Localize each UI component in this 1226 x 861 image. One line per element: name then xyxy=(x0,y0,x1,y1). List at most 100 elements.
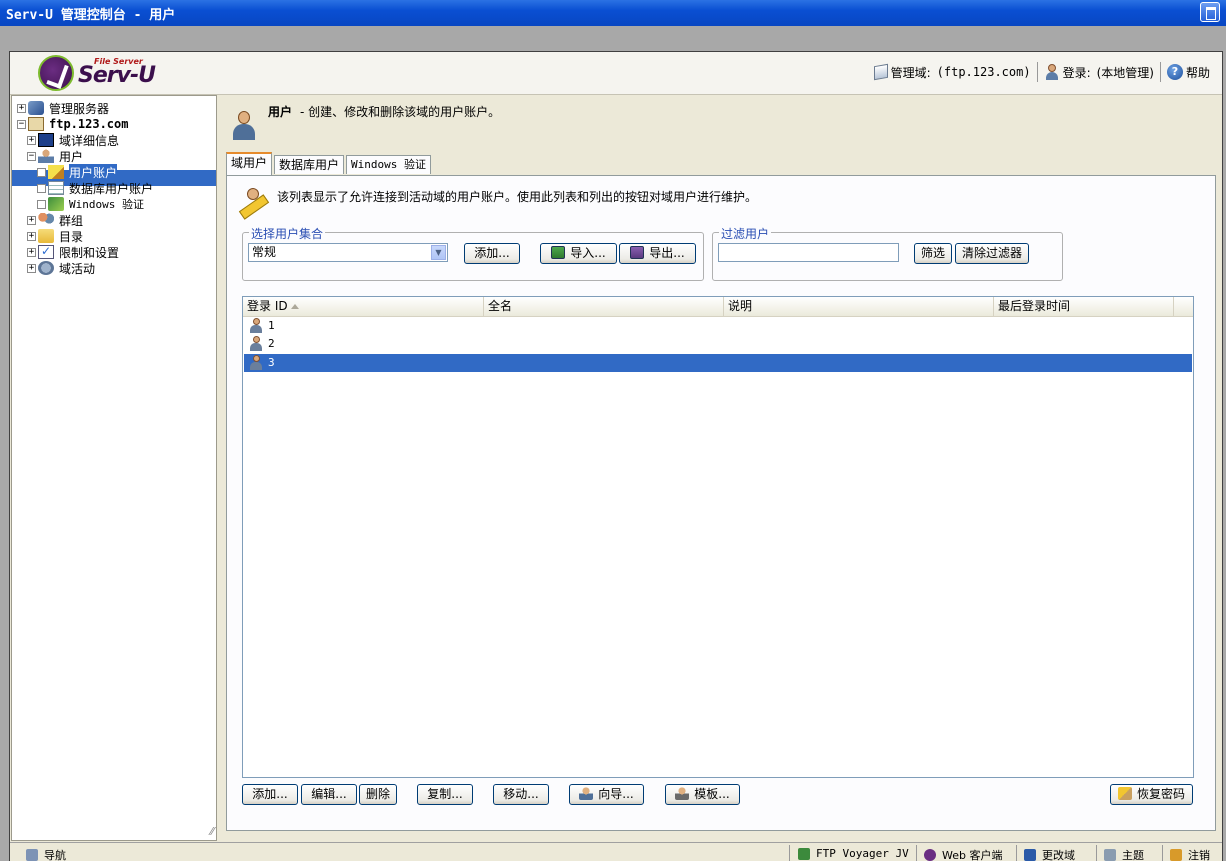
expand-icon[interactable]: + xyxy=(27,263,36,273)
clear-filter-button[interactable]: 清除过滤器 xyxy=(955,243,1029,264)
expand-icon[interactable]: + xyxy=(27,215,36,225)
wizard-label: 向导... xyxy=(598,787,634,801)
user-large-icon xyxy=(232,111,256,141)
login-link[interactable]: 登录: (本地管理) xyxy=(1038,64,1160,81)
import-button[interactable]: 导入... xyxy=(540,243,617,264)
tree-item-windows-auth[interactable]: Windows 验证 xyxy=(37,196,144,212)
export-button[interactable]: 导出... xyxy=(619,243,696,264)
header-links: 管理域: (ftp.123.com) 登录: (本地管理) ? 帮助 xyxy=(868,62,1216,82)
edit-user-button[interactable]: 编辑... xyxy=(301,784,357,805)
tree-item-limits-settings[interactable]: + 限制和设置 xyxy=(27,244,119,260)
expand-icon[interactable]: + xyxy=(27,231,36,241)
ftp-voyager-link[interactable]: FTP Voyager JV xyxy=(798,847,909,860)
nav-toggle[interactable]: 导航 xyxy=(26,847,66,861)
leaf-box xyxy=(37,199,46,209)
domain-label: 管理域: xyxy=(890,65,931,80)
status-separator xyxy=(1016,845,1017,861)
wizard-button[interactable]: 向导... xyxy=(569,784,644,805)
recover-password-button[interactable]: 恢复密码 xyxy=(1110,784,1193,805)
group-icon xyxy=(38,213,54,227)
template-label: 模板... xyxy=(694,787,730,801)
collapse-icon[interactable]: − xyxy=(17,119,26,129)
expand-icon[interactable]: + xyxy=(17,103,26,113)
collapse-icon[interactable]: − xyxy=(27,151,36,161)
copy-user-button[interactable]: 复制... xyxy=(417,784,473,805)
collection-add-button[interactable]: 添加... xyxy=(464,243,520,264)
tab-database-users[interactable]: 数据库用户 xyxy=(274,155,345,174)
filter-button[interactable]: 筛选 xyxy=(914,243,952,264)
table-row[interactable]: 2 xyxy=(244,335,1192,353)
column-header-last-login[interactable]: 最后登录时间 xyxy=(994,297,1174,316)
import-label: 导入... xyxy=(570,246,606,260)
add-user-button[interactable]: 添加... xyxy=(242,784,298,805)
tree-item-domain[interactable]: − ftp.123.com xyxy=(17,116,128,132)
table-row-selected[interactable]: 3 xyxy=(244,354,1192,372)
tree-item-label: Windows 验证 xyxy=(69,198,144,211)
tree-item-domain-activity[interactable]: + 域活动 xyxy=(27,260,95,276)
server-icon xyxy=(28,101,44,115)
recover-password-label: 恢复密码 xyxy=(1136,787,1185,801)
column-header-description[interactable]: 说明 xyxy=(724,297,994,316)
tree-item-manage-server[interactable]: + 管理服务器 xyxy=(17,100,109,116)
column-header-login-id[interactable]: 登录 ID xyxy=(243,297,484,316)
expand-icon[interactable]: + xyxy=(27,247,36,257)
move-user-button[interactable]: 移动... xyxy=(493,784,549,805)
tab-domain-users[interactable]: 域用户 xyxy=(226,152,273,175)
chevron-down-icon[interactable]: ▼ xyxy=(431,245,446,260)
activity-icon xyxy=(38,261,54,275)
domain-icon xyxy=(873,63,888,81)
serv-u-logo: File Server Serv-U xyxy=(38,55,178,91)
window-title: Serv-U 管理控制台 - 用户 xyxy=(6,8,176,23)
change-domain-icon xyxy=(1024,849,1036,861)
window-title-bar: Serv-U 管理控制台 - 用户 xyxy=(0,0,1226,26)
delete-user-button[interactable]: 删除 xyxy=(359,784,397,805)
template-button[interactable]: 模板... xyxy=(665,784,740,805)
column-header-full-name[interactable]: 全名 xyxy=(484,297,724,316)
table-row[interactable]: 1 xyxy=(244,317,1192,335)
tree-item-directories[interactable]: + 目录 xyxy=(27,228,83,244)
window-background-band xyxy=(0,26,1226,50)
users-table[interactable]: 登录 ID 全名 说明 最后登录时间 1 2 3 xyxy=(242,296,1194,778)
tab-windows-auth[interactable]: Windows 验证 xyxy=(346,155,432,174)
domain-value: (ftp.123.com) xyxy=(936,65,1031,79)
status-bar: 导航 FTP Voyager JV Web 客户端 更改域 主题 注销 xyxy=(10,842,1222,861)
tree-item-label: 用户账户 xyxy=(69,163,118,181)
tree-item-label: 目录 xyxy=(59,229,84,244)
help-link[interactable]: ? 帮助 xyxy=(1161,64,1216,81)
user-collection-select[interactable]: 常规 ▼ xyxy=(248,243,448,262)
change-domain-label: 更改域 xyxy=(1042,849,1075,861)
navigation-tree: + 管理服务器 − ftp.123.com + 域详细信息 − 用户 用户账户 xyxy=(11,95,217,841)
tree-item-label: 用户 xyxy=(59,149,84,164)
tree-item-label: 数据库用户账户 xyxy=(69,181,154,196)
tree-item-label: 域活动 xyxy=(59,261,96,276)
filter-users-group: 过滤用户 筛选 清除过滤器 xyxy=(712,225,1063,281)
leaf-box xyxy=(37,183,46,193)
tree-item-database-user-accounts[interactable]: 数据库用户账户 xyxy=(37,180,153,196)
user-collection-group: 选择用户集合 常规 ▼ 添加... 导入... 导出... xyxy=(242,225,704,281)
navigation-icon xyxy=(26,849,38,861)
theme-link[interactable]: 主题 xyxy=(1104,847,1144,861)
help-label: 帮助 xyxy=(1185,65,1210,80)
maximize-button[interactable] xyxy=(1200,2,1220,22)
expand-icon[interactable]: + xyxy=(27,135,36,145)
web-client-link[interactable]: Web 客户端 xyxy=(924,847,1002,861)
tree-item-user-accounts[interactable]: 用户账户 xyxy=(37,163,118,181)
tree-item-domain-details[interactable]: + 域详细信息 xyxy=(27,132,119,148)
user-icon xyxy=(250,355,262,371)
login-id-cell: 1 xyxy=(268,319,275,332)
app-header: File Server Serv-U 管理域: (ftp.123.com) 登录… xyxy=(10,52,1222,95)
tab-panel-domain-users: 该列表显示了允许连接到活动域的用户账户。使用此列表和列出的按钮对域用户进行维护。… xyxy=(226,175,1216,831)
resize-grip-icon[interactable]: ⁄⁄ xyxy=(210,825,214,838)
filter-input[interactable] xyxy=(718,243,899,262)
change-domain-link[interactable]: 更改域 xyxy=(1024,847,1075,861)
wizard-user-icon xyxy=(579,787,594,800)
ftp-voyager-icon xyxy=(798,847,810,860)
template-user-icon xyxy=(675,787,690,800)
sort-ascending-icon xyxy=(290,304,299,309)
manage-domain-link[interactable]: 管理域: (ftp.123.com) xyxy=(868,63,1037,81)
tree-item-users[interactable]: − 用户 xyxy=(27,148,83,164)
logout-link[interactable]: 注销 xyxy=(1170,847,1210,861)
windows-key-icon xyxy=(48,197,64,211)
tree-item-groups[interactable]: + 群组 xyxy=(27,212,83,228)
tree-item-label: 限制和设置 xyxy=(59,245,120,260)
